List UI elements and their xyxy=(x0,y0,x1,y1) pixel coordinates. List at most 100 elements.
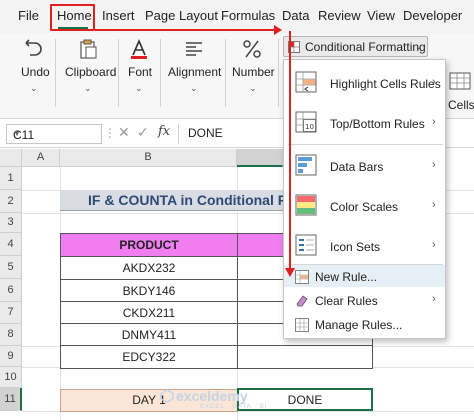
column-header-c[interactable] xyxy=(237,149,283,167)
manage-rules-icon xyxy=(295,318,309,332)
row-header-1[interactable]: 1 xyxy=(0,167,22,190)
column-header-a[interactable]: A xyxy=(22,149,60,167)
tab-page-layout[interactable]: Page Layout xyxy=(145,8,218,23)
tab-developer[interactable]: Developer xyxy=(403,8,462,23)
alignment-icon xyxy=(186,42,202,56)
clipboard-label: Clipboard xyxy=(65,65,117,79)
table-cell-product[interactable]: EDCY322 xyxy=(60,345,238,369)
column-header-b[interactable]: B xyxy=(60,149,237,167)
table-cell-c[interactable] xyxy=(237,345,373,369)
undo-icon xyxy=(25,39,42,56)
select-all-corner[interactable] xyxy=(0,149,22,167)
tab-review[interactable]: Review xyxy=(318,8,361,23)
formula-input[interactable]: DONE xyxy=(188,126,223,140)
ribbon-divider xyxy=(118,39,119,107)
tab-formulas[interactable]: Formulas xyxy=(221,8,275,23)
row-header-3[interactable]: 3 xyxy=(0,213,22,233)
menu-item-new-rule[interactable]: New Rule... xyxy=(284,266,445,288)
tab-view[interactable]: View xyxy=(367,8,395,23)
menu-item-label: Clear Rules xyxy=(315,294,378,308)
home-highlight-box xyxy=(50,4,95,31)
cells-icon[interactable] xyxy=(449,71,471,91)
table-cell-product[interactable]: AKDX232 xyxy=(60,256,238,280)
menu-item-highlight-cells-rules[interactable]: Highlight Cells Rules › xyxy=(284,64,445,100)
tab-data[interactable]: Data xyxy=(282,8,309,23)
chevron-down-icon: ⌄ xyxy=(84,83,92,93)
ribbon-divider xyxy=(55,39,56,107)
insert-function-icon[interactable]: fx xyxy=(158,124,170,139)
row-header-2[interactable]: 2 xyxy=(0,190,22,213)
row-header-4[interactable]: 4 xyxy=(0,233,22,256)
alignment-group[interactable]: Alignment ⌄ xyxy=(166,33,222,119)
menu-item-manage-rules[interactable]: Manage Rules... xyxy=(284,314,445,336)
name-box[interactable]: C11 ▼ xyxy=(6,124,102,144)
menu-item-label: New Rule... xyxy=(315,270,378,284)
conditional-formatting-button[interactable]: Conditional Formatting ⌄ xyxy=(283,36,428,57)
cancel-icon[interactable]: ✕ xyxy=(118,124,130,141)
menu-item-color-scales[interactable]: Color Scales › xyxy=(284,187,445,223)
chevron-down-icon: ⌄ xyxy=(415,41,423,51)
menu-item-label: Color Scales xyxy=(330,200,399,214)
undo-group[interactable]: Undo ⌄ xyxy=(14,33,54,119)
data-bars-icon xyxy=(295,154,317,176)
chevron-down-icon: ⌄ xyxy=(249,83,257,93)
chevron-right-icon: › xyxy=(432,199,436,211)
font-group[interactable]: Font ⌄ xyxy=(122,33,156,119)
enter-icon[interactable]: ✓ xyxy=(137,124,149,141)
formula-divider xyxy=(178,124,179,144)
annotation-arrow-head xyxy=(285,268,295,277)
annotation-arrow xyxy=(289,31,291,270)
table-cell-product[interactable]: CKDX211 xyxy=(60,301,238,325)
chevron-right-icon: › xyxy=(432,239,436,251)
menu-item-data-bars[interactable]: Data Bars › xyxy=(284,147,445,183)
menu-item-clear-rules[interactable]: Clear Rules › xyxy=(284,290,445,312)
ribbon-divider xyxy=(225,39,226,107)
cells-label: Cells xyxy=(448,98,474,112)
chevron-right-icon: › xyxy=(432,159,436,171)
row-header-5[interactable]: 5 xyxy=(0,256,22,279)
chevron-down-icon: ⌄ xyxy=(135,83,143,93)
clipboard-group[interactable]: Clipboard ⌄ xyxy=(60,33,116,119)
chevron-right-icon: › xyxy=(432,293,436,305)
alignment-label: Alignment xyxy=(168,65,222,79)
svg-text:10: 10 xyxy=(305,123,314,131)
row-header-9[interactable]: 9 xyxy=(0,346,22,367)
highlight-cells-icon xyxy=(295,71,317,93)
row-header-11[interactable]: 11 xyxy=(0,388,22,411)
color-scales-icon xyxy=(295,194,317,216)
table-header-product[interactable]: PRODUCT xyxy=(60,233,238,257)
row-header-8[interactable]: 8 xyxy=(0,324,22,346)
row-header-10[interactable]: 10 xyxy=(0,367,22,388)
menu-item-icon-sets[interactable]: Icon Sets › xyxy=(284,227,445,263)
table-cell-product[interactable]: DNMY411 xyxy=(60,323,238,347)
table-cell-product[interactable]: BKDY146 xyxy=(60,279,238,303)
menu-divider xyxy=(288,264,443,265)
tab-insert[interactable]: Insert xyxy=(102,8,135,23)
menu-item-label: Data Bars xyxy=(330,160,384,174)
menu-item-label: Highlight Cells Rules xyxy=(330,77,441,91)
top-bottom-icon: 10 xyxy=(295,111,317,133)
number-group[interactable]: Number ⌄ xyxy=(229,33,277,119)
undo-label: Undo xyxy=(21,65,50,79)
more-options-icon[interactable]: ⋮ xyxy=(104,126,116,140)
menu-item-top-bottom-rules[interactable]: 10 Top/Bottom Rules › xyxy=(284,104,445,140)
chevron-right-icon: › xyxy=(432,76,436,88)
ribbon-divider xyxy=(278,39,279,107)
row-header-7[interactable]: 7 xyxy=(0,302,22,324)
row-header-6[interactable]: 6 xyxy=(0,279,22,302)
menu-item-label: Manage Rules... xyxy=(315,318,403,332)
eraser-icon xyxy=(296,295,308,307)
exceldemy-logo-icon xyxy=(160,389,174,403)
chevron-down-icon: ▼ xyxy=(13,129,21,138)
ribbon-divider xyxy=(160,39,161,107)
annotation-arrow-head xyxy=(274,25,282,35)
percent-icon xyxy=(243,40,261,58)
font-icon xyxy=(131,38,147,59)
conditional-formatting-menu: Highlight Cells Rules › 10 Top/Bottom Ru… xyxy=(283,59,446,339)
chevron-down-icon: ⌄ xyxy=(30,83,38,93)
font-label: Font xyxy=(128,65,153,79)
conditional-formatting-label: Conditional Formatting xyxy=(305,40,426,54)
menu-divider xyxy=(288,144,443,145)
tab-file[interactable]: File xyxy=(18,8,39,23)
menu-item-label: Top/Bottom Rules xyxy=(330,117,425,131)
